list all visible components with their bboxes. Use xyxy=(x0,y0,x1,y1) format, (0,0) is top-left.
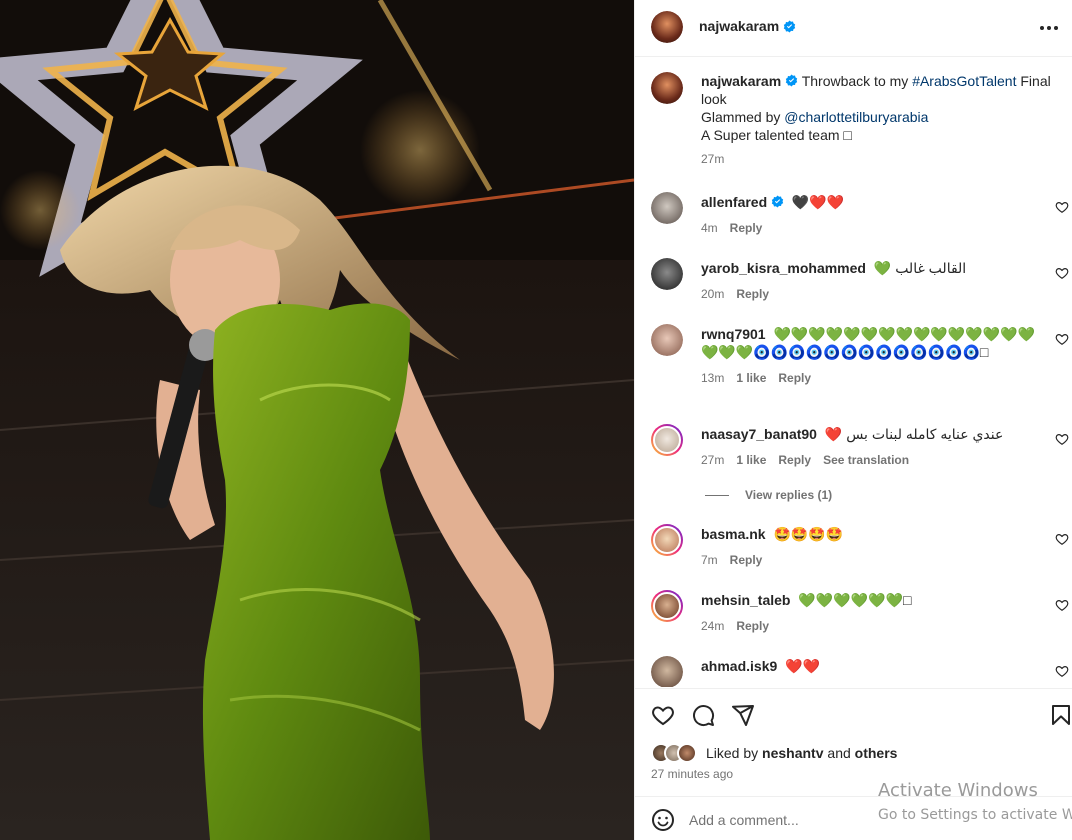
comment-text: ❤️ عندي عنايه كامله لبنات بس xyxy=(824,426,1004,442)
reply-button[interactable]: Reply xyxy=(730,551,763,569)
liked-by-prefix: Liked by xyxy=(706,745,763,761)
add-comment-bar xyxy=(635,796,1072,840)
like-comment-heart-icon[interactable] xyxy=(1055,598,1069,612)
commenter-username[interactable]: naasay7_banat90 xyxy=(701,426,817,442)
comment-item: mehsin_taleb 💚💚💚💚💚💚□ 24m Reply xyxy=(651,590,1069,635)
comment-time[interactable]: 13m xyxy=(701,369,724,387)
dot xyxy=(1040,26,1044,30)
liker-avatars[interactable] xyxy=(651,743,697,763)
caption-avatar[interactable] xyxy=(651,72,683,104)
commenter-username[interactable]: mehsin_taleb xyxy=(701,592,790,608)
like-comment-heart-icon[interactable] xyxy=(1055,332,1069,346)
commenter-avatar[interactable] xyxy=(651,192,683,224)
reply-button[interactable]: Reply xyxy=(778,451,811,469)
verified-badge-icon xyxy=(783,20,796,32)
commenter-avatar[interactable] xyxy=(651,590,683,622)
view-replies-label: View replies (1) xyxy=(745,488,833,502)
liked-by-and: and xyxy=(823,745,855,761)
comment-text: 💚💚💚💚💚💚□ xyxy=(798,592,912,608)
caption-text: Throwback to my xyxy=(801,73,913,89)
comment-text: ❤️❤️ xyxy=(785,658,821,674)
comment-text: 🤩🤩🤩🤩 xyxy=(773,526,844,542)
like-heart-icon[interactable] xyxy=(651,703,675,727)
comment-time[interactable]: 4m xyxy=(701,219,718,237)
reply-button[interactable]: Reply xyxy=(730,219,763,237)
comment-item: rwnq7901 💚💚💚💚💚💚💚💚💚💚💚💚💚💚💚💚💚💚🧿🧿🧿🧿🧿🧿🧿🧿🧿🧿🧿🧿🧿… xyxy=(651,324,1069,387)
caption-text: Glammed by xyxy=(701,109,785,125)
comment-item: ahmad.isk9 ❤️❤️ xyxy=(651,656,1069,687)
author-username[interactable]: najwakaram xyxy=(699,18,779,34)
dot xyxy=(1054,26,1058,30)
verified-badge-icon xyxy=(785,74,798,87)
dot xyxy=(1047,26,1051,30)
author-avatar[interactable] xyxy=(651,11,683,43)
commenter-avatar[interactable] xyxy=(651,424,683,456)
comment-time[interactable]: 20m xyxy=(701,285,724,303)
view-replies-button[interactable]: View replies (1) xyxy=(705,488,832,502)
commenter-username[interactable]: ahmad.isk9 xyxy=(701,658,777,674)
liked-by-others[interactable]: others xyxy=(855,745,898,761)
comment-time[interactable]: 7m xyxy=(701,551,718,569)
commenter-username[interactable]: yarob_kisra_mohammed xyxy=(701,260,866,276)
commenter-username[interactable]: basma.nk xyxy=(701,526,766,542)
view-replies-line xyxy=(705,494,729,496)
see-translation-button[interactable]: See translation xyxy=(823,451,909,469)
post-caption: najwakaram Throwback to my #ArabsGotTale… xyxy=(651,72,1061,168)
comment-item: yarob_kisra_mohammed 💚 القالب غالب 20m R… xyxy=(651,258,1069,303)
like-comment-heart-icon[interactable] xyxy=(1055,266,1069,280)
liked-by-user[interactable]: neshantv xyxy=(762,745,823,761)
reply-button[interactable]: Reply xyxy=(736,285,769,303)
comment-likes[interactable]: 1 like xyxy=(736,451,766,469)
comment-item: naasay7_banat90 ❤️ عندي عنايه كامله لبنا… xyxy=(651,424,1069,469)
commenter-username[interactable]: rwnq7901 xyxy=(701,326,766,342)
comment-bubble-icon[interactable] xyxy=(691,703,715,727)
comment-item: allenfared 🖤❤️❤️ 4m Reply xyxy=(651,192,1069,237)
like-comment-heart-icon[interactable] xyxy=(1055,664,1069,678)
post-details-panel: najwakaram najwakaram Throwback to my #A… xyxy=(634,0,1072,840)
comment-time[interactable]: 27m xyxy=(701,451,724,469)
commenter-avatar[interactable] xyxy=(651,656,683,687)
commenter-avatar[interactable] xyxy=(651,258,683,290)
share-send-icon[interactable] xyxy=(731,703,755,727)
emoji-icon[interactable] xyxy=(651,808,675,832)
post-photo[interactable] xyxy=(0,0,634,840)
comment-text: 💚 القالب غالب xyxy=(873,260,967,276)
comment-likes[interactable]: 1 like xyxy=(736,369,766,387)
like-comment-heart-icon[interactable] xyxy=(1055,432,1069,446)
commenter-avatar[interactable] xyxy=(651,524,683,556)
liked-by-row: Liked by neshantv and others xyxy=(651,743,897,763)
verified-badge-icon xyxy=(771,195,784,208)
comment-item: basma.nk 🤩🤩🤩🤩 7m Reply xyxy=(651,524,1069,569)
comment-text: 🖤❤️❤️ xyxy=(791,194,845,210)
commenter-avatar[interactable] xyxy=(651,324,683,356)
comment-time[interactable]: 24m xyxy=(701,617,724,635)
commenter-username[interactable]: allenfared xyxy=(701,194,767,210)
more-options-button[interactable] xyxy=(1037,18,1061,38)
save-bookmark-icon[interactable] xyxy=(1049,703,1072,727)
post-header: najwakaram xyxy=(635,0,1072,57)
add-comment-input[interactable] xyxy=(689,807,949,833)
caption-username[interactable]: najwakaram xyxy=(701,73,781,89)
reply-button[interactable]: Reply xyxy=(778,369,811,387)
post-time-ago[interactable]: 27 minutes ago xyxy=(651,767,733,781)
like-comment-heart-icon[interactable] xyxy=(1055,200,1069,214)
hashtag-link[interactable]: #ArabsGotTalent xyxy=(912,73,1016,89)
post-actions: Liked by neshantv and others 27 minutes … xyxy=(635,688,1072,796)
mention-link[interactable]: @charlottetilburyarabia xyxy=(784,109,928,125)
caption-text: A Super talented team □ xyxy=(701,127,852,143)
reply-button[interactable]: Reply xyxy=(736,617,769,635)
comments-list[interactable]: najwakaram Throwback to my #ArabsGotTale… xyxy=(635,58,1072,687)
like-comment-heart-icon[interactable] xyxy=(1055,532,1069,546)
caption-time[interactable]: 27m xyxy=(701,150,724,168)
photo-artwork xyxy=(0,0,634,840)
